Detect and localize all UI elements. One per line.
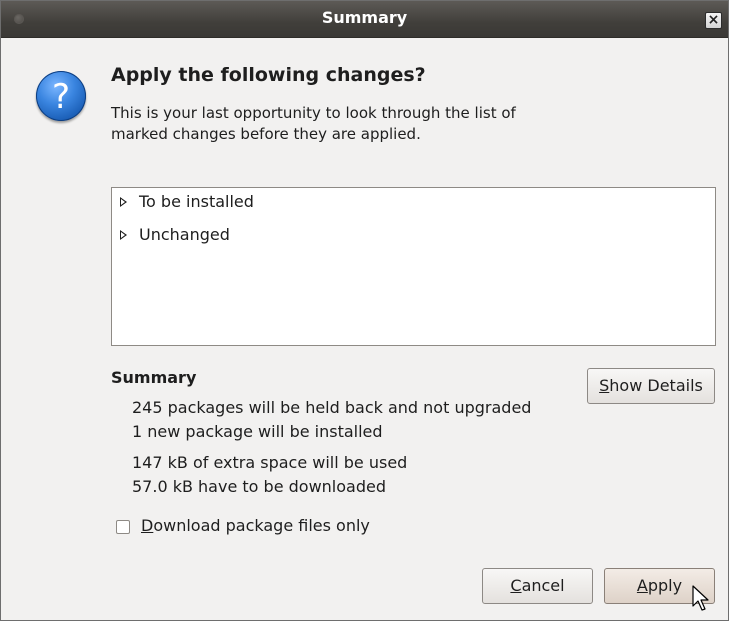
question-icon	[36, 71, 86, 121]
dialog-heading: Apply the following changes?	[111, 64, 426, 86]
summary-held-back: 245 packages will be held back and not u…	[132, 398, 532, 417]
tree-row-to-be-installed[interactable]: To be installed	[120, 192, 254, 216]
mouse-pointer-icon	[692, 585, 709, 611]
download-only-label[interactable]: Download package files only	[141, 516, 370, 535]
tree-row-unchanged[interactable]: Unchanged	[120, 225, 230, 249]
dialog-description: This is your last opportunity to look th…	[111, 104, 516, 143]
tree-row-label: Unchanged	[139, 225, 230, 244]
download-only-checkbox[interactable]	[116, 520, 130, 534]
summary-heading: Summary	[111, 368, 197, 387]
show-details-button[interactable]: Show Details	[587, 368, 715, 404]
title-bar[interactable]: Summary ×	[1, 1, 728, 38]
tree-row-label: To be installed	[139, 192, 254, 211]
window-title: Summary	[321, 8, 408, 27]
summary-extra-space: 147 kB of extra space will be used	[132, 453, 408, 472]
changes-tree[interactable]: To be installed Unchanged	[111, 187, 716, 346]
expander-icon[interactable]	[120, 229, 127, 240]
summary-dialog: Summary × Apply the following changes? T…	[0, 0, 729, 621]
close-icon[interactable]: ×	[705, 12, 722, 29]
summary-download-size: 57.0 kB have to be downloaded	[132, 477, 386, 496]
expander-icon[interactable]	[120, 196, 127, 207]
cancel-button[interactable]: Cancel	[482, 568, 593, 604]
summary-new-package: 1 new package will be installed	[132, 422, 383, 441]
